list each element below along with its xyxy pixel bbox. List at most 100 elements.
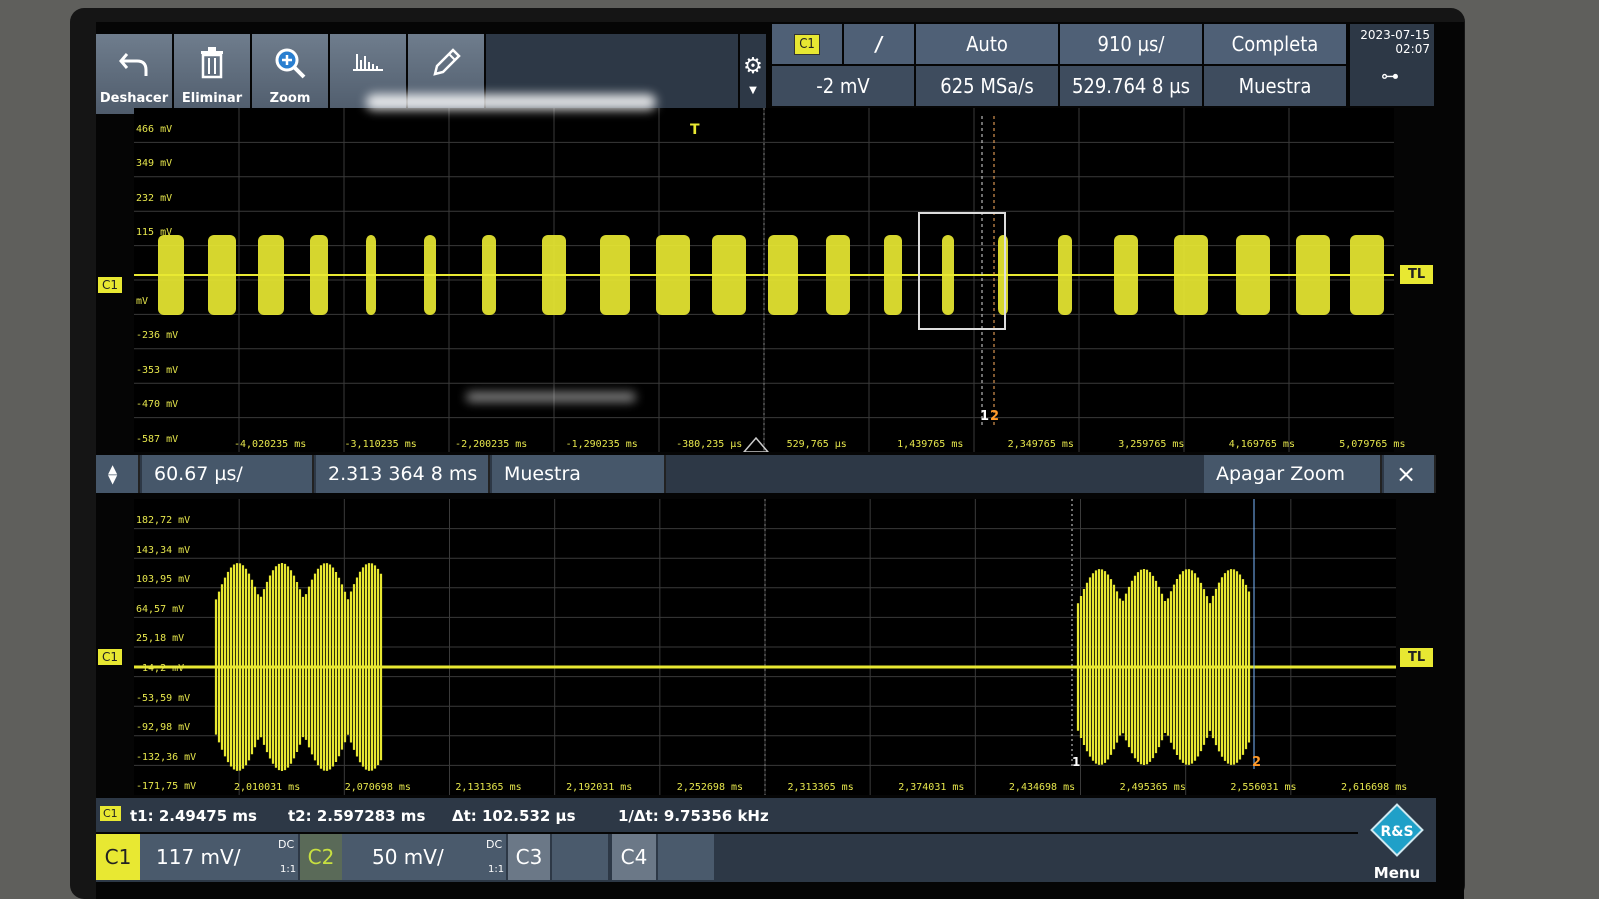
channel-c1-button[interactable]: C1 [96,834,140,880]
trigger-level[interactable]: -2 mV [772,66,914,106]
burst [1350,235,1384,315]
zoom-trigger-level-label[interactable]: TL [1400,648,1434,667]
zoom-type[interactable]: Muestra [492,455,666,493]
channel-c4-button[interactable]: C4 [612,834,656,880]
burst [1114,235,1138,315]
measurement-source: C1 [100,806,121,821]
undo-label: Deshacer [99,91,169,106]
svg-text:R&S: R&S [1380,824,1413,840]
zoom-icon [275,48,306,79]
main-waveform-svg [134,108,1394,452]
delete-button[interactable]: Eliminar [174,34,250,114]
close-icon: × [1396,460,1417,488]
zoom-scale[interactable]: 60.67 µs/ [142,455,314,493]
x-tick-label: 2,131365 ms [455,782,522,793]
zoom-cursor-1-label[interactable]: 1 [1072,755,1080,769]
timebase-scale[interactable]: 910 µs/ [1060,24,1202,64]
network-icon: ⊶ [1381,66,1399,87]
main-waveform-plot[interactable]: 466 mV 349 mV 232 mV 115 mV mV -236 mV -353 mV… [134,108,1405,452]
channel-c4-scale[interactable] [658,834,714,880]
undo-button[interactable]: Deshacer [96,34,172,114]
main-cursor-1-label[interactable]: 1 [980,409,989,424]
zoom-waveform-svg [134,499,1396,795]
trigger-source[interactable]: C1 [772,24,842,64]
y-tick-label: 466 mV [136,124,173,135]
burst [208,235,236,315]
y-tick-label: -236 mV [136,330,179,342]
histogram-icon [353,54,383,71]
x-tick-label: 2,374031 ms [898,782,965,793]
time: 02:07 [1395,42,1430,56]
y-tick-label: -92,98 mV [136,722,191,734]
screen-glare [366,94,656,110]
burst [768,235,798,315]
y-tick-label: -171,75 mV [136,781,197,793]
channel-c1-scale[interactable]: 117 mV/ [140,834,298,880]
rs-logo: R&S [1370,803,1424,857]
zoom-channel-label: C1 [98,649,123,665]
burst [482,235,496,315]
settings-button[interactable]: ⚙ ▼ [740,34,766,114]
x-tick-label: 529,765 µs [786,439,847,450]
acquisition-type[interactable]: Muestra [1204,66,1346,106]
trash-icon [201,47,223,79]
channel-c3-button[interactable]: C3 [508,834,550,880]
sample-rate[interactable]: 625 MSa/s [916,66,1058,106]
x-tick-label: 1,439765 ms [897,439,964,450]
delta-t-readout: Δt: 102.532 µs [452,807,576,825]
cursor-t2-readout: t2: 2.597283 ms [288,807,426,825]
main-trigger-level-label[interactable]: TL [1400,265,1434,284]
burst [1296,235,1330,315]
trigger-slope[interactable]: / [844,24,914,64]
zoom-button[interactable]: Zoom [252,34,328,114]
channel-c2-button[interactable]: C2 [300,834,342,880]
record-mode[interactable]: Completa [1204,24,1346,64]
zoom-position[interactable]: 2.313 364 8 ms [316,455,490,493]
trigger-source-badge: C1 [794,33,820,55]
y-tick-label: 182,72 mV [136,515,191,526]
trigger-position-marker[interactable]: T [690,122,700,138]
burst [424,235,436,315]
zoom-off-button[interactable]: Apagar Zoom [1204,455,1382,493]
channel-c2-ratio: 1:1 [488,864,505,875]
inverse-delta-t-readout: 1/Δt: 9.75356 kHz [618,807,769,825]
y-tick-label: -470 mV [136,399,179,411]
zoom-close-button[interactable]: × [1384,455,1436,493]
burst [656,235,690,315]
x-tick-label: 3,259765 ms [1118,439,1185,450]
y-tick-label: -14,2 mV [136,663,185,674]
y-tick-label: 115 mV [136,227,173,239]
cursor-t1-readout: t1: 2.49475 ms [130,807,257,825]
y-tick-label: -132,36 mV [136,751,197,763]
y-tick-label: 103,95 mV [136,574,191,586]
zoom-cursor-2-label[interactable]: 2 [1252,755,1261,770]
trigger-mode[interactable]: Auto [916,24,1058,64]
burst [258,235,284,315]
x-tick-label: 2,070698 ms [344,782,411,793]
burst [310,235,328,315]
delete-label: Eliminar [181,91,243,106]
timebase-position[interactable]: 529.764 8 µs [1060,66,1202,106]
zoom-waveform-plot[interactable]: 182,72 mV 143,34 mV 103,95 mV 64,57 mV 25,18… [134,499,1407,795]
menu-button[interactable]: R&S Menu [1358,798,1436,882]
channel-c3-scale[interactable] [552,834,608,880]
zoom-window[interactable] [918,212,1006,330]
y-tick-label: 64,57 mV [136,603,185,615]
channel-c1-scale-value: 117 mV/ [156,845,241,869]
burst [542,235,566,315]
main-cursor-2-label[interactable]: 2 [990,409,999,424]
rising-edge-icon: / [875,32,883,56]
y-tick-label: mV [136,296,149,307]
undo-icon [119,53,148,76]
main-channel-label: C1 [98,277,123,293]
burst [826,235,850,315]
x-tick-label: 2,495365 ms [1119,782,1186,793]
x-tick-label: -3,110235 ms [344,439,417,450]
x-tick-label: 2,616698 ms [1341,782,1408,793]
channel-c2-scale[interactable]: 50 mV/ [342,834,506,880]
zoom-updown-button[interactable]: ▲ ▼ [96,455,140,493]
y-tick-label: -53,59 mV [136,692,191,704]
gear-icon: ⚙ [743,54,763,79]
burst [1236,235,1270,315]
burst [1058,235,1072,315]
